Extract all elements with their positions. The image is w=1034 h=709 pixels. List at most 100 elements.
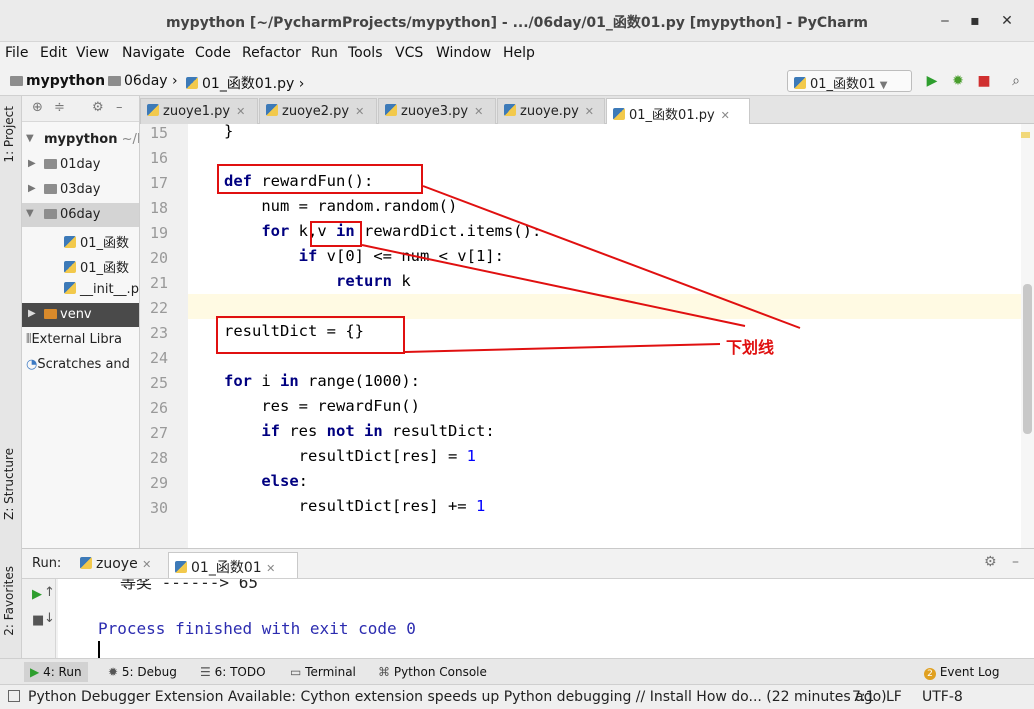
- close-icon[interactable]: ✕: [474, 105, 483, 118]
- breadcrumb-project[interactable]: mypython ›: [10, 73, 116, 89]
- status-message[interactable]: Python Debugger Extension Available: Cyt…: [28, 689, 887, 705]
- tool-event-log-label: Event Log: [939, 665, 1000, 679]
- arrow-down-icon[interactable]: ↓: [44, 611, 55, 626]
- menu-view[interactable]: View: [76, 45, 109, 61]
- line-number: 27: [149, 424, 168, 442]
- arrow-up-icon[interactable]: ↑: [44, 585, 55, 600]
- tree-item-external-libraries[interactable]: ⫴External Libra: [22, 328, 139, 352]
- menu-help[interactable]: Help: [503, 45, 535, 61]
- search-icon[interactable]: ⌕: [1006, 71, 1026, 91]
- tool-todo[interactable]: ☰ 6: TODO: [200, 665, 266, 679]
- tab-zuoye3[interactable]: zuoye3.py ✕: [378, 98, 496, 124]
- python-icon: [80, 557, 92, 569]
- project-tool-tab[interactable]: 1: Project: [2, 106, 16, 163]
- menu-tools[interactable]: Tools: [348, 45, 383, 61]
- scratches-icon: ◔: [26, 357, 38, 372]
- editor-scrollbar[interactable]: [1021, 124, 1034, 548]
- menu-bar: File Edit View Navigate Code Refactor Ru…: [0, 42, 1034, 66]
- close-icon[interactable]: ✕: [721, 109, 730, 122]
- warning-marker[interactable]: [1021, 132, 1030, 138]
- folder-icon: [44, 184, 57, 194]
- menu-file[interactable]: File: [5, 45, 28, 61]
- hide-icon[interactable]: –: [1012, 554, 1019, 570]
- menu-edit[interactable]: Edit: [40, 45, 67, 61]
- close-icon[interactable]: ✕: [355, 105, 364, 118]
- tree-item-file-1[interactable]: 01_函数: [22, 228, 139, 252]
- collapse-icon[interactable]: ≑: [54, 100, 65, 115]
- close-icon[interactable]: ✕: [236, 105, 245, 118]
- run-tab-zuoye[interactable]: zuoye ✕: [74, 552, 159, 578]
- code-editor[interactable]: 15 16 17 18 19 20 21 22 23 24 25 26 27 2…: [140, 124, 1034, 548]
- breadcrumb-folder[interactable]: 06day ›: [108, 73, 178, 89]
- console-line-exit: Process finished with exit code 0: [98, 619, 416, 638]
- debug-icon[interactable]: ✹: [948, 71, 968, 91]
- menu-code[interactable]: Code: [195, 45, 231, 61]
- tool-terminal[interactable]: ▭ Terminal: [290, 665, 356, 679]
- annotation-label: 下划线: [726, 338, 775, 357]
- run-config-select[interactable]: 01_函数01 ▼: [787, 70, 912, 92]
- python-console-icon: ⌘: [378, 665, 390, 679]
- close-icon[interactable]: ✕: [266, 562, 275, 575]
- tab-zuoye1[interactable]: zuoye1.py ✕: [140, 98, 258, 124]
- line-number: 18: [149, 199, 168, 217]
- console-output[interactable]: 等奖 ------> 65 Process finished with exit…: [58, 579, 1034, 659]
- run-side-toolbar: ▶ ■ ↑ ↓: [22, 579, 56, 659]
- stop-icon[interactable]: ■: [32, 613, 44, 628]
- tool-run[interactable]: ▶ 4: Run: [24, 662, 88, 682]
- line-separator[interactable]: LF: [886, 689, 902, 705]
- tool-python-console[interactable]: ⌘ Python Console: [378, 665, 487, 679]
- menu-navigate[interactable]: Navigate: [122, 45, 185, 61]
- code-line-21: return k: [335, 272, 411, 290]
- stop-icon[interactable]: ■: [974, 71, 994, 91]
- close-icon[interactable]: ✕: [585, 105, 594, 118]
- menu-refactor[interactable]: Refactor: [242, 45, 301, 61]
- gear-icon[interactable]: ⚙: [92, 100, 104, 115]
- structure-tool-tab[interactable]: Z: Structure: [2, 448, 16, 520]
- line-number: 21: [149, 274, 168, 292]
- menu-window[interactable]: Window: [436, 45, 491, 61]
- console-cursor: [98, 641, 100, 659]
- tool-debug[interactable]: ✹ 5: Debug: [108, 665, 177, 679]
- python-icon: [794, 77, 806, 89]
- close-button[interactable]: ✕: [996, 10, 1018, 32]
- python-file-icon: [64, 261, 76, 273]
- hide-icon[interactable]: –: [116, 100, 123, 115]
- tab-zuoye2[interactable]: zuoye2.py ✕: [259, 98, 377, 124]
- run-tab-01-func01[interactable]: 01_函数01 ✕: [168, 552, 298, 578]
- code-line-26: res = rewardFun(): [224, 397, 420, 415]
- tool-event-log[interactable]: 2 Event Log: [924, 665, 999, 680]
- chevron-right-icon: ▶: [28, 158, 36, 169]
- cursor-position[interactable]: 7:1: [852, 689, 875, 705]
- tree-item-01day[interactable]: ▶ 01day: [22, 153, 139, 177]
- tree-item-06day[interactable]: ▼ 06day: [22, 203, 139, 227]
- menu-vcs[interactable]: VCS: [395, 45, 423, 61]
- python-file-icon: [64, 236, 76, 248]
- gear-icon[interactable]: ⚙: [984, 554, 997, 570]
- tree-item-scratches[interactable]: ◔Scratches and: [22, 353, 139, 377]
- toggle-panels-icon[interactable]: [8, 690, 20, 702]
- close-icon[interactable]: ✕: [142, 558, 151, 571]
- minimize-button[interactable]: ‒: [934, 10, 956, 32]
- file-encoding[interactable]: UTF-8: [922, 689, 963, 705]
- tree-item-init[interactable]: __init__.p: [22, 278, 139, 302]
- favorites-tool-tab[interactable]: 2: Favorites: [2, 566, 16, 636]
- code-line-19: for k,v in rewardDict.items():: [261, 222, 542, 240]
- target-icon[interactable]: ⊕: [32, 100, 43, 115]
- tree-root[interactable]: ▼ mypython ~/P: [22, 128, 139, 152]
- tree-item-03day[interactable]: ▶ 03day: [22, 178, 139, 202]
- tab-zuoye[interactable]: zuoye.py ✕: [497, 98, 605, 124]
- run-label: Run:: [32, 556, 62, 571]
- breadcrumb-file[interactable]: 01_函数01.py ›: [186, 73, 304, 93]
- scrollbar-thumb[interactable]: [1023, 284, 1032, 434]
- code-line-15: }: [224, 124, 234, 140]
- run-icon[interactable]: ▶: [922, 71, 942, 91]
- maximize-button[interactable]: ▪: [964, 10, 986, 32]
- rerun-icon[interactable]: ▶: [32, 587, 42, 602]
- tool-run-label: 4: Run: [43, 665, 82, 679]
- menu-run[interactable]: Run: [311, 45, 338, 61]
- code-line-27: if res not in resultDict:: [261, 422, 495, 440]
- tree-item-file-2[interactable]: 01_函数: [22, 253, 139, 277]
- tree-item-venv[interactable]: ▶ venv: [22, 303, 139, 327]
- tool-todo-label: 6: TODO: [214, 665, 266, 679]
- tab-01-func01[interactable]: 01_函数01.py ✕: [606, 98, 750, 125]
